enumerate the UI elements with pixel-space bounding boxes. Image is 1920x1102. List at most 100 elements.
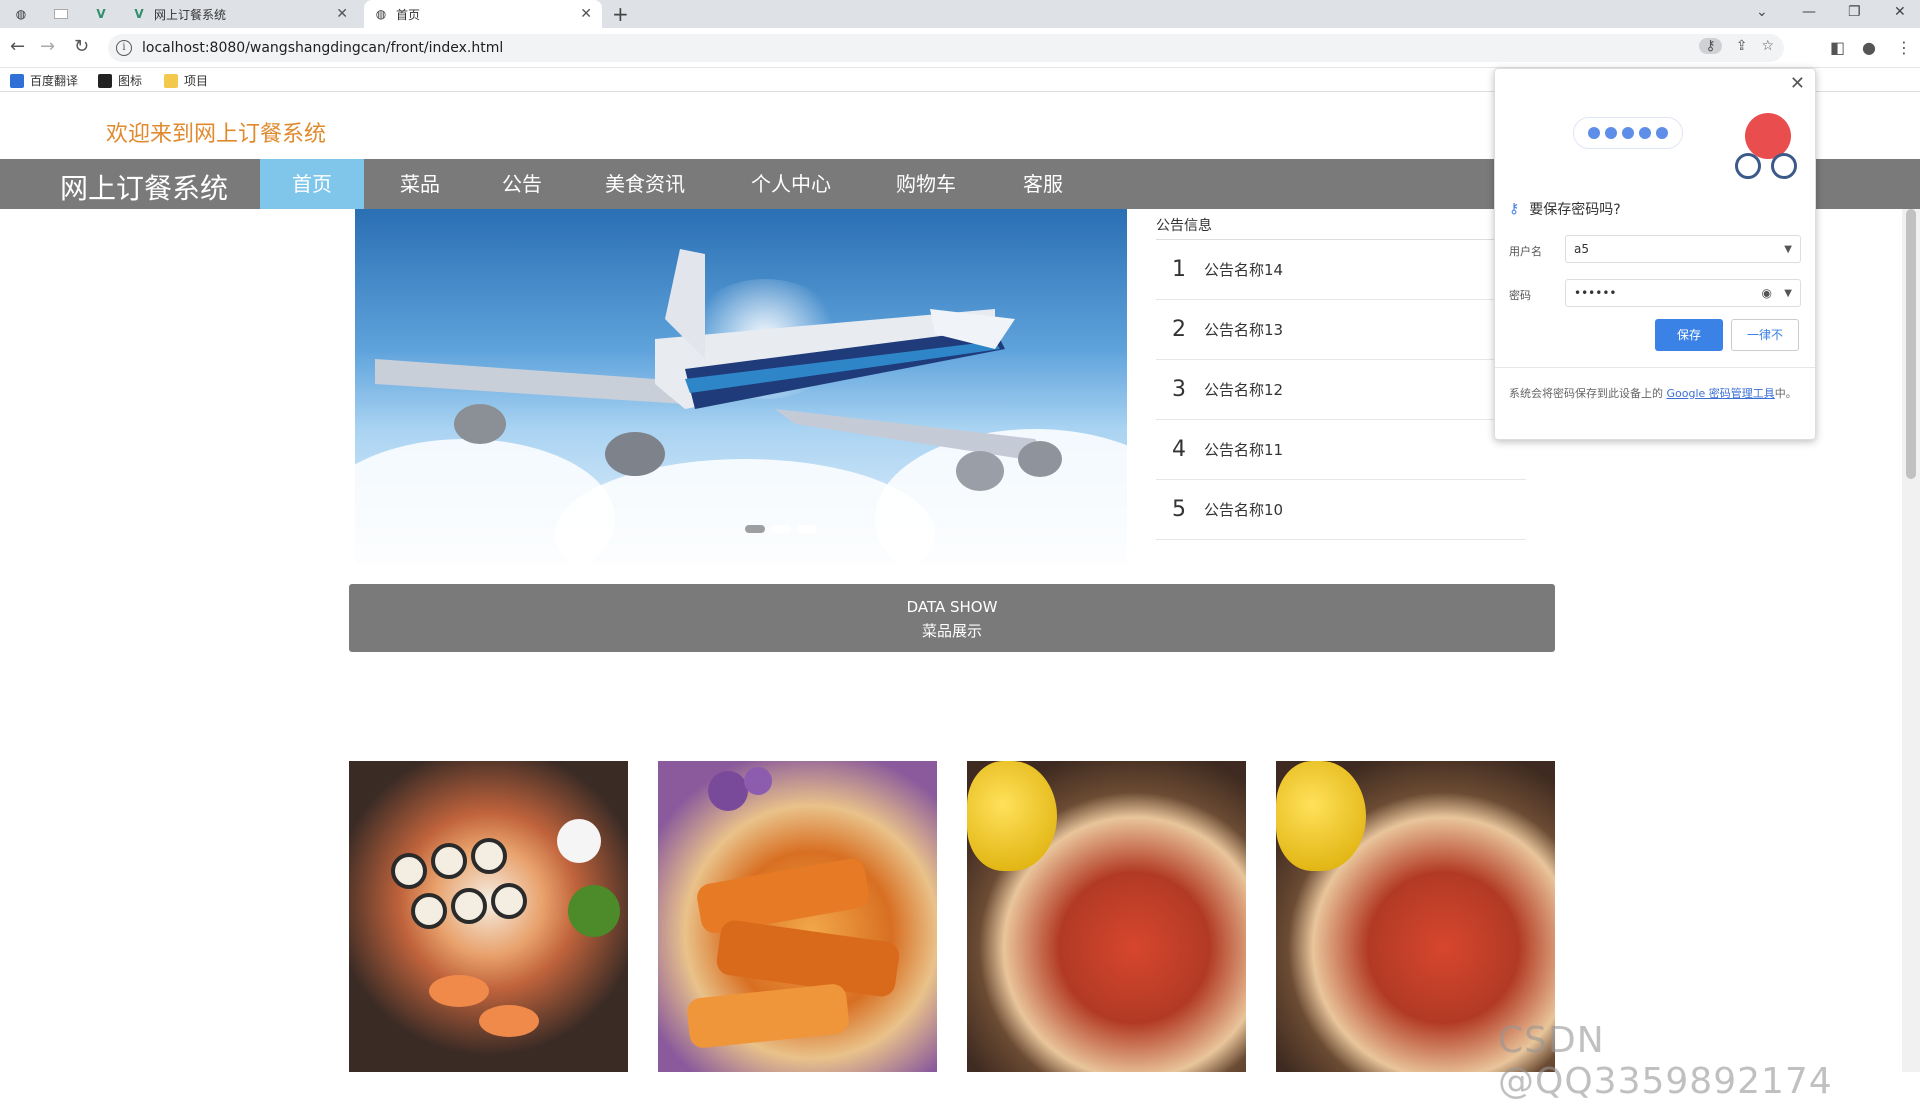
- bookmark-label: 百度翻译: [30, 74, 79, 88]
- vue-icon: V: [96, 7, 106, 21]
- nav-food-news[interactable]: 美食资讯: [590, 159, 700, 209]
- never-button[interactable]: 一律不: [1731, 319, 1799, 351]
- pepper-image: [1276, 761, 1366, 871]
- notice-name[interactable]: 公告名称10: [1204, 499, 1283, 520]
- key-icon: ⚷: [1509, 201, 1520, 217]
- notice-number: 5: [1172, 497, 1186, 522]
- notice-name[interactable]: 公告名称14: [1204, 259, 1283, 280]
- close-tab-icon[interactable]: ✕: [336, 6, 348, 22]
- carousel-dot[interactable]: [797, 525, 817, 533]
- username-value: a5: [1574, 242, 1589, 256]
- notice-item[interactable]: 1 公告名称14: [1156, 240, 1526, 300]
- back-icon[interactable]: ←: [10, 36, 25, 57]
- key-icon[interactable]: ⚷: [1699, 38, 1722, 54]
- password-dots-pill: [1573, 117, 1683, 149]
- address-bar-actions: ⚷ ⇪ ☆: [1699, 38, 1774, 54]
- notice-name[interactable]: 公告名称11: [1204, 439, 1283, 460]
- notice-number: 1: [1172, 257, 1186, 282]
- carousel-banner[interactable]: [355, 209, 1127, 563]
- minimize-icon[interactable]: —: [1802, 4, 1816, 20]
- carousel-dot[interactable]: [771, 525, 791, 533]
- dish-card-pastry[interactable]: [658, 761, 937, 1072]
- tab-pinned-1[interactable]: ◍: [6, 0, 36, 28]
- tab-search-icon[interactable]: ⌄: [1756, 4, 1768, 20]
- data-show-title: DATA SHOW: [906, 598, 998, 616]
- username-label: 用户名: [1509, 245, 1542, 258]
- username-field[interactable]: a5 ▼: [1565, 235, 1801, 263]
- wheel-icon: [1771, 153, 1797, 179]
- notice-title: 公告信息: [1156, 209, 1526, 240]
- address-bar[interactable]: i localhost:8080/wangshangdingcan/front/…: [108, 34, 1784, 62]
- page-scrollbar[interactable]: [1902, 209, 1920, 1072]
- tab-pinned-2[interactable]: [46, 0, 76, 28]
- tab-pinned-3[interactable]: V: [86, 0, 116, 28]
- sidepanel-icon[interactable]: ◧: [1830, 38, 1845, 57]
- forward-icon[interactable]: →: [40, 36, 55, 57]
- dish-card-pizza-1[interactable]: [967, 761, 1246, 1072]
- save-button[interactable]: 保存: [1655, 319, 1723, 351]
- pastry-image: [687, 767, 900, 1048]
- reload-icon[interactable]: ↻: [74, 36, 89, 57]
- password-value: ••••••: [1574, 286, 1617, 300]
- bookmark-icons[interactable]: 图标: [98, 72, 142, 89]
- footer-text: 系统会将密码保存到此设备上的: [1509, 387, 1667, 400]
- notice-number: 2: [1172, 317, 1186, 342]
- close-window-icon[interactable]: ✕: [1894, 4, 1906, 20]
- notice-number: 4: [1172, 437, 1186, 462]
- nav-home[interactable]: 首页: [260, 159, 364, 209]
- chevron-down-icon[interactable]: ▼: [1784, 244, 1792, 255]
- tab-ordering-system[interactable]: V 网上订餐系统 ✕: [124, 0, 358, 28]
- welcome-text: 欢迎来到网上订餐系统: [106, 122, 327, 147]
- chevron-down-icon[interactable]: ▼: [1784, 288, 1792, 299]
- menu-icon[interactable]: ⋮: [1896, 38, 1912, 57]
- data-show-header: DATA SHOW 菜品展示: [349, 584, 1555, 652]
- browser-toolbar: ← → ↻ i localhost:8080/wangshangdingcan/…: [0, 28, 1920, 68]
- translate-icon: [10, 73, 24, 88]
- notice-name[interactable]: 公告名称13: [1204, 319, 1283, 340]
- bookmark-baidu-translate[interactable]: 百度翻译: [10, 72, 78, 89]
- notice-panel: 公告信息 1 公告名称14 2 公告名称13 3 公告名称12 4 公告名称11…: [1156, 209, 1526, 540]
- globe-icon: ◍: [375, 7, 387, 21]
- nav-personal-center[interactable]: 个人中心: [736, 159, 846, 209]
- footer-text-end: 中。: [1774, 387, 1797, 400]
- tab-home[interactable]: ◍ 首页 ✕: [364, 0, 602, 28]
- info-icon[interactable]: i: [116, 40, 132, 56]
- nav-notices[interactable]: 公告: [486, 159, 558, 209]
- dish-card-sushi[interactable]: [349, 761, 628, 1072]
- scrollbar-thumb[interactable]: [1906, 209, 1916, 479]
- nav-cart[interactable]: 购物车: [880, 159, 972, 209]
- new-tab-icon[interactable]: +: [612, 2, 629, 26]
- star-icon[interactable]: ☆: [1761, 38, 1774, 54]
- divider: [1495, 367, 1815, 368]
- notice-item[interactable]: 3 公告名称12: [1156, 360, 1526, 420]
- close-icon[interactable]: ✕: [1790, 73, 1805, 94]
- tab-strip: ◍ V V 网上订餐系统 ✕ ◍ 首页 ✕ + ⌄ — ❐ ✕: [0, 0, 1920, 28]
- notice-item[interactable]: 2 公告名称13: [1156, 300, 1526, 360]
- restore-icon[interactable]: ❐: [1848, 4, 1861, 20]
- save-password-question: ⚷ 要保存密码吗?: [1509, 199, 1621, 219]
- nav-dishes[interactable]: 菜品: [384, 159, 456, 209]
- password-field[interactable]: •••••• ◉ ▼: [1565, 279, 1801, 307]
- url-text: localhost:8080/wangshangdingcan/front/in…: [142, 40, 504, 56]
- notice-name[interactable]: 公告名称12: [1204, 379, 1283, 400]
- close-tab-icon[interactable]: ✕: [580, 6, 592, 22]
- tab-label: 首页: [396, 7, 421, 22]
- password-label: 密码: [1509, 289, 1531, 302]
- password-manager-link[interactable]: Google 密码管理工具: [1667, 387, 1775, 400]
- profile-icon[interactable]: ●: [1862, 38, 1876, 57]
- wheel-icon: [1735, 153, 1761, 179]
- nav-customer-service[interactable]: 客服: [1008, 159, 1078, 209]
- bookmark-project[interactable]: 项目: [164, 72, 208, 89]
- notice-item[interactable]: 5 公告名称10: [1156, 480, 1526, 540]
- notice-item[interactable]: 4 公告名称11: [1156, 420, 1526, 480]
- save-password-popup: ✕ ⚷ 要保存密码吗? 用户名 a5 ▼ 密码 •••••• ◉ ▼ 保存 一律…: [1494, 68, 1816, 440]
- share-icon[interactable]: ⇪: [1736, 38, 1748, 54]
- sushi-image: [391, 819, 620, 1037]
- tab-label: 网上订餐系统: [154, 7, 227, 22]
- site-brand[interactable]: 网上订餐系统: [60, 167, 228, 207]
- bookmark-label: 项目: [184, 74, 209, 88]
- airplane-image: [375, 249, 1062, 491]
- eye-icon[interactable]: ◉: [1762, 286, 1772, 300]
- bookmark-label: 图标: [118, 74, 143, 88]
- carousel-dot[interactable]: [745, 525, 765, 533]
